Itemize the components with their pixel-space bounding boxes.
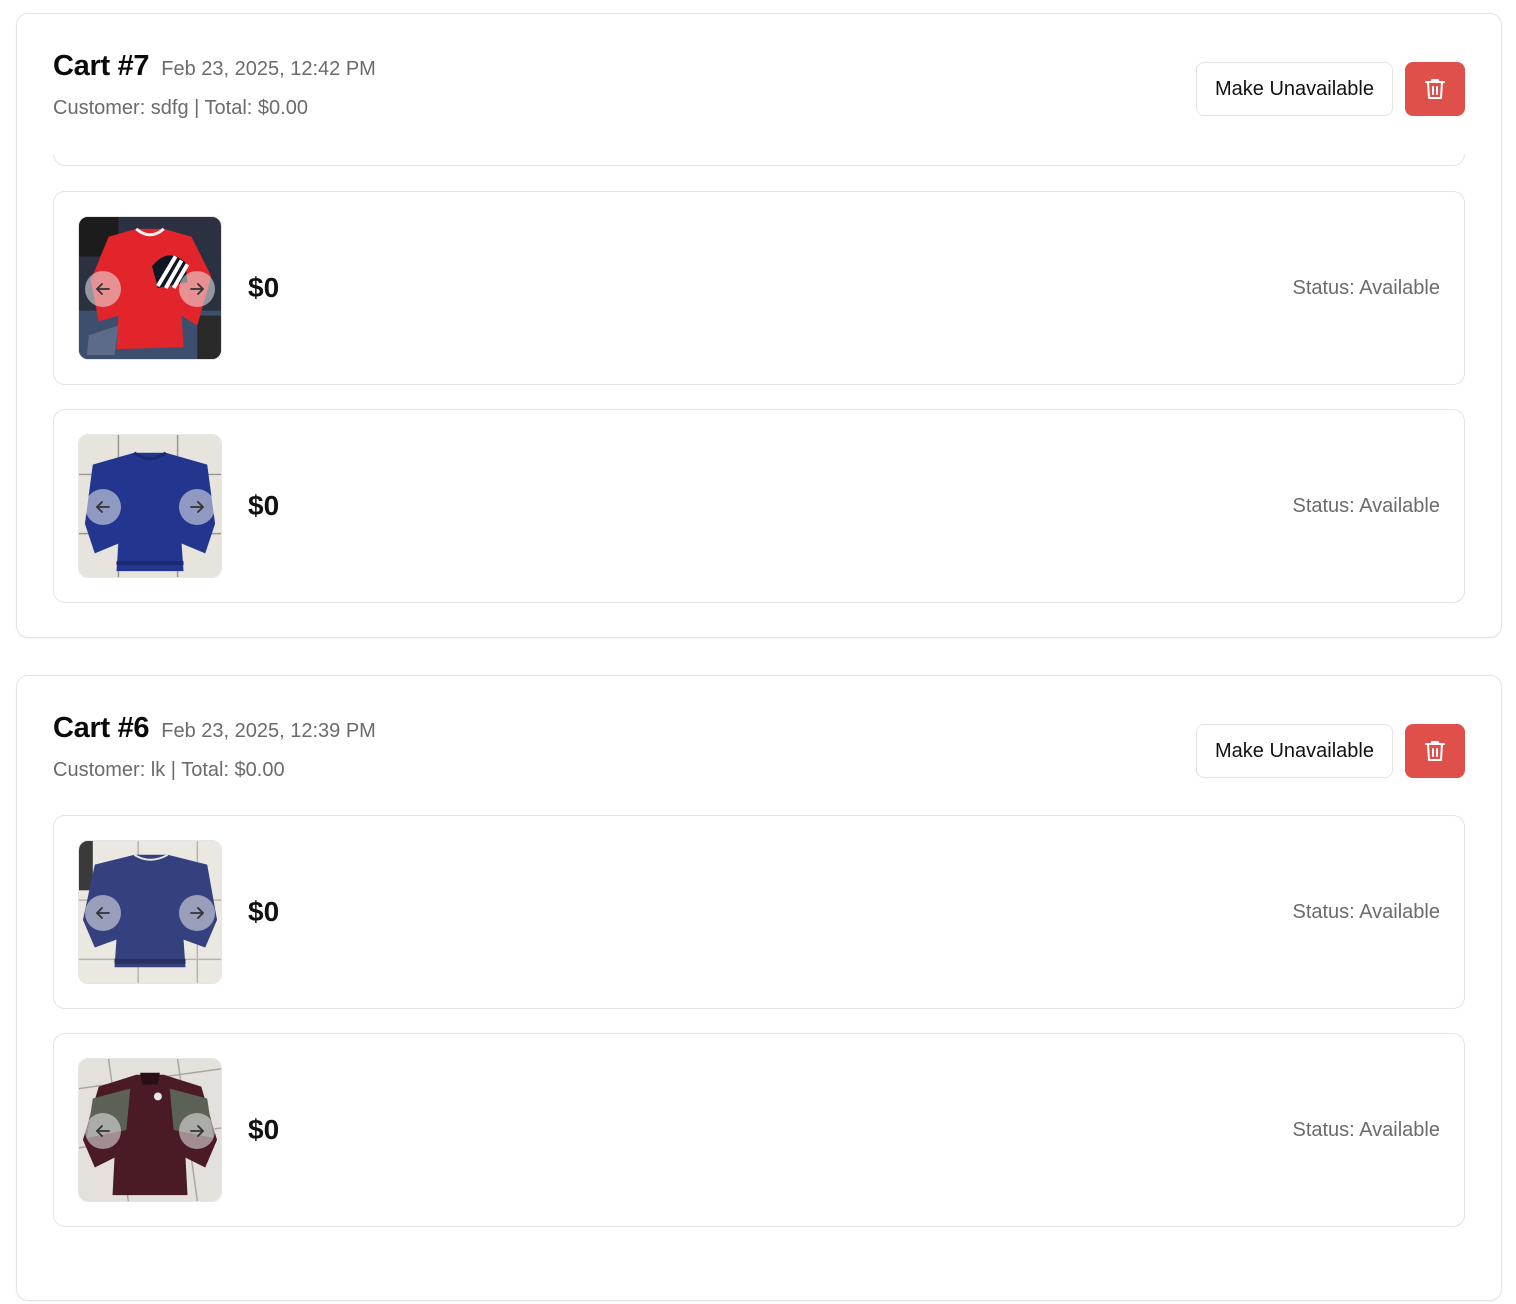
arrow-right-icon — [190, 907, 204, 919]
cart-date: Feb 23, 2025, 12:42 PM — [161, 58, 376, 80]
cart-title: Cart #6 — [53, 712, 150, 744]
next-image-button[interactable] — [179, 895, 215, 931]
arrow-right-icon — [190, 1125, 204, 1137]
trash-icon — [1425, 79, 1445, 99]
item-status: Status: Available — [1292, 1119, 1440, 1141]
item-price: $0 — [248, 272, 280, 303]
cart-header: Cart #6 Feb 23, 2025, 12:39 PM Customer:… — [53, 712, 1465, 782]
cart-item: $0 Status: Available — [53, 191, 1465, 385]
item-price: $0 — [248, 490, 280, 521]
make-unavailable-button[interactable]: Make Unavailable — [1196, 724, 1393, 778]
prev-image-button[interactable] — [85, 895, 121, 931]
item-status: Status: Available — [1292, 901, 1440, 923]
prev-image-button[interactable] — [85, 1113, 121, 1149]
arrow-left-icon — [96, 1125, 110, 1137]
arrow-left-icon — [96, 283, 110, 295]
arrow-left-icon — [96, 907, 110, 919]
cart-card: Cart #7 Feb 23, 2025, 12:42 PM Customer:… — [16, 13, 1502, 638]
cart-card: Cart #6 Feb 23, 2025, 12:39 PM Customer:… — [16, 675, 1502, 1301]
item-image-carousel — [78, 840, 222, 984]
item-image-carousel — [78, 434, 222, 578]
delete-cart-button[interactable] — [1405, 62, 1465, 116]
item-price: $0 — [248, 896, 280, 927]
cart-item: $0 Status: Available — [53, 409, 1465, 603]
next-image-button[interactable] — [179, 1113, 215, 1149]
collapsed-item-edge — [53, 154, 1465, 166]
make-unavailable-button[interactable]: Make Unavailable — [1196, 62, 1393, 116]
cart-item: $0 Status: Available — [53, 815, 1465, 1009]
next-image-button[interactable] — [179, 489, 215, 525]
item-status: Status: Available — [1292, 495, 1440, 517]
arrow-right-icon — [190, 501, 204, 513]
delete-cart-button[interactable] — [1405, 724, 1465, 778]
cart-item: $0 Status: Available — [53, 1033, 1465, 1227]
cart-actions: Make Unavailable — [1196, 724, 1465, 778]
cart-date: Feb 23, 2025, 12:39 PM — [161, 720, 376, 742]
arrow-left-icon — [96, 501, 110, 513]
prev-image-button[interactable] — [85, 489, 121, 525]
cart-header: Cart #7 Feb 23, 2025, 12:42 PM Customer:… — [53, 50, 1465, 120]
item-image-carousel — [78, 216, 222, 360]
next-image-button[interactable] — [179, 271, 215, 307]
trash-icon — [1425, 741, 1445, 761]
prev-image-button[interactable] — [85, 271, 121, 307]
arrow-right-icon — [190, 283, 204, 295]
item-status: Status: Available — [1292, 277, 1440, 299]
item-price: $0 — [248, 1114, 280, 1145]
item-image-carousel — [78, 1058, 222, 1202]
cart-actions: Make Unavailable — [1196, 62, 1465, 116]
cart-title: Cart #7 — [53, 50, 150, 82]
